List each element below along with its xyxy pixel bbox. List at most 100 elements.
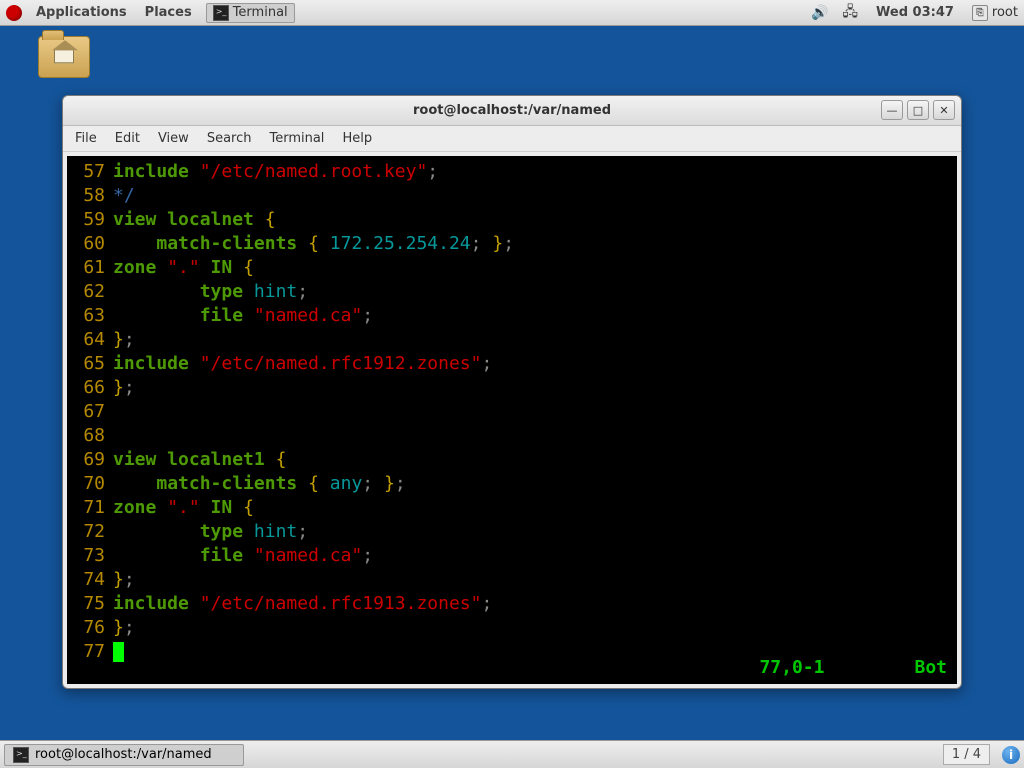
code-token: match-clients	[156, 473, 308, 494]
code-token: ;	[503, 233, 514, 254]
code-token: {	[243, 257, 254, 278]
code-line: 70 match-clients { any; };	[71, 472, 949, 496]
line-number: 60	[71, 232, 105, 256]
code-token: type	[200, 281, 254, 302]
minimize-button[interactable]: —	[881, 100, 903, 120]
desktop-home-icon[interactable]	[36, 36, 92, 78]
code-token: }	[113, 569, 124, 590]
menu-edit[interactable]: Edit	[115, 131, 140, 146]
network-icon[interactable]: 🖧	[842, 1, 858, 25]
code-token: }	[384, 473, 395, 494]
code-line: 72 type hint;	[71, 520, 949, 544]
code-token: zone	[113, 497, 167, 518]
code-line: 57include "/etc/named.root.key";	[71, 160, 949, 184]
line-number: 62	[71, 280, 105, 304]
line-number: 66	[71, 376, 105, 400]
code-token: zone	[113, 257, 167, 278]
code-token: {	[308, 473, 330, 494]
code-line: 61zone "." IN {	[71, 256, 949, 280]
bottom-panel: root@localhost:/var/named 1 / 4 i	[0, 740, 1024, 768]
window-titlebar[interactable]: root@localhost:/var/named — □ ✕	[63, 96, 961, 126]
places-menu[interactable]: Places	[141, 3, 196, 22]
code-line: 58*/	[71, 184, 949, 208]
help-icon[interactable]: i	[1002, 746, 1020, 764]
code-token	[113, 545, 200, 566]
code-token: ;	[427, 161, 438, 182]
line-number: 63	[71, 304, 105, 328]
maximize-button[interactable]: □	[907, 100, 929, 120]
distro-icon[interactable]	[6, 5, 22, 21]
code-token: }	[492, 233, 503, 254]
line-number: 77	[71, 640, 105, 664]
close-button[interactable]: ✕	[933, 100, 955, 120]
menu-file[interactable]: File	[75, 131, 97, 146]
line-number: 68	[71, 424, 105, 448]
code-token: include	[113, 593, 200, 614]
code-token: "named.ca"	[254, 305, 362, 326]
code-token: 172.25.254.24	[330, 233, 471, 254]
user-menu[interactable]: ⎘ root	[972, 5, 1018, 21]
code-line: 74};	[71, 568, 949, 592]
code-token: file	[200, 305, 254, 326]
code-token: "/etc/named.rfc1913.zones"	[200, 593, 482, 614]
running-app-terminal[interactable]: Terminal	[206, 3, 295, 23]
vim-status-line: 77,0-1 Bot	[759, 656, 947, 680]
code-token: }	[113, 329, 124, 350]
running-app-label: Terminal	[233, 5, 288, 20]
code-line: 69view localnet1 {	[71, 448, 949, 472]
code-token: ;	[124, 569, 135, 590]
clock[interactable]: Wed 03:47	[872, 3, 958, 22]
line-number: 59	[71, 208, 105, 232]
code-token: "."	[167, 257, 200, 278]
line-number: 75	[71, 592, 105, 616]
window-title: root@localhost:/var/named	[63, 103, 961, 118]
code-token: IN	[200, 497, 243, 518]
menu-help[interactable]: Help	[342, 131, 372, 146]
code-token: view localnet	[113, 209, 265, 230]
code-token: ;	[471, 233, 493, 254]
applications-menu[interactable]: Applications	[32, 3, 131, 22]
terminal-viewport[interactable]: 57include "/etc/named.root.key";58*/59 vi…	[67, 156, 957, 684]
code-token: include	[113, 353, 200, 374]
code-token: }	[113, 617, 124, 638]
code-token: hint	[254, 281, 297, 302]
menu-search[interactable]: Search	[207, 131, 252, 146]
line-number: 70	[71, 472, 105, 496]
cursor	[113, 642, 124, 662]
menu-view[interactable]: View	[158, 131, 189, 146]
code-line: 76};	[71, 616, 949, 640]
code-token: file	[200, 545, 254, 566]
code-token: {	[243, 497, 254, 518]
code-token: ;	[362, 545, 373, 566]
code-token: "/etc/named.rfc1912.zones"	[200, 353, 482, 374]
top-panel-left: Applications Places Terminal	[6, 3, 295, 23]
code-token: ;	[481, 593, 492, 614]
window-controls: — □ ✕	[881, 100, 955, 120]
user-icon: ⎘	[972, 5, 988, 21]
code-token: ;	[481, 353, 492, 374]
menu-terminal[interactable]: Terminal	[269, 131, 324, 146]
code-line: 60 match-clients { 172.25.254.24; };	[71, 232, 949, 256]
line-number: 69	[71, 448, 105, 472]
code-token: type	[200, 521, 254, 542]
code-line: 63 file "named.ca";	[71, 304, 949, 328]
user-label: root	[992, 5, 1018, 20]
code-line: 75 include "/etc/named.rfc1913.zones";	[71, 592, 949, 616]
code-token: "named.ca"	[254, 545, 362, 566]
code-line: 62 type hint;	[71, 280, 949, 304]
code-line: 66};	[71, 376, 949, 400]
code-line: 73 file "named.ca";	[71, 544, 949, 568]
workspace-switcher[interactable]: 1 / 4	[943, 744, 990, 765]
taskbar-entry-terminal[interactable]: root@localhost:/var/named	[4, 744, 244, 766]
line-number: 71	[71, 496, 105, 520]
code-token	[113, 281, 200, 302]
line-number: 57	[71, 160, 105, 184]
volume-icon[interactable]: 🔊	[811, 5, 828, 21]
code-token: ;	[124, 617, 135, 638]
line-number: 74	[71, 568, 105, 592]
line-number: 72	[71, 520, 105, 544]
terminal-window: root@localhost:/var/named — □ ✕ File Edi…	[62, 95, 962, 689]
vim-scroll-pct: Bot	[914, 656, 947, 680]
folder-icon	[38, 36, 90, 78]
code-token: ;	[297, 521, 308, 542]
